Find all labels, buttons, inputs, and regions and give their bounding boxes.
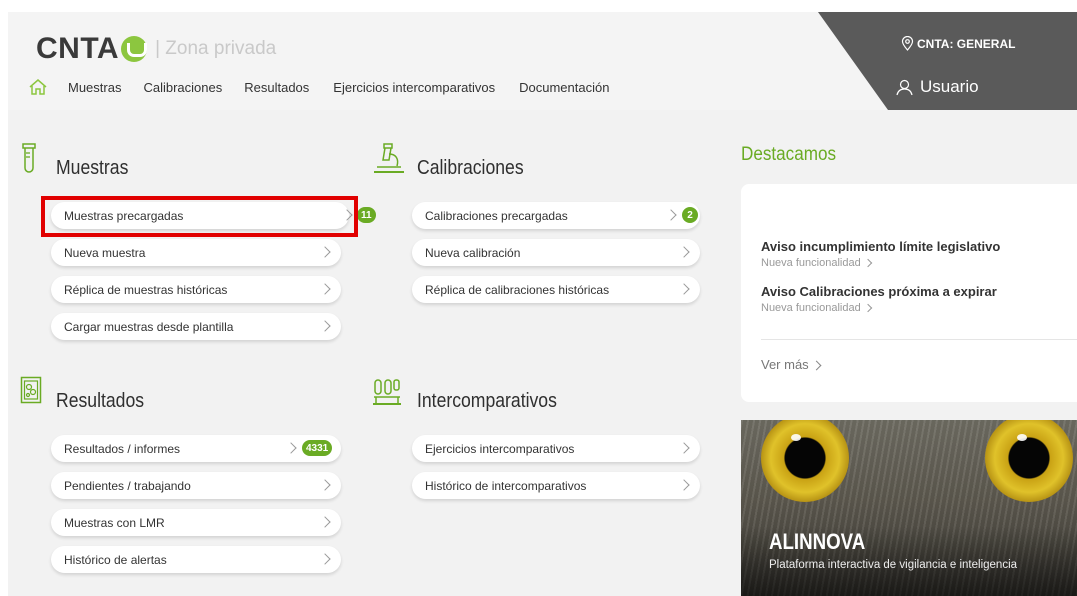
- chevron-right-icon: [863, 258, 872, 268]
- logo-text: CNTA: [36, 32, 120, 65]
- eye-glint: [791, 434, 801, 441]
- menu-historico-intercomparativos[interactable]: Histórico de intercomparativos: [412, 472, 700, 499]
- nav-calibraciones[interactable]: Calibraciones: [143, 80, 222, 95]
- test-tube-icon: [22, 143, 36, 173]
- menu-label: Nueva calibración: [425, 245, 521, 260]
- section-title-muestras: Muestras: [56, 157, 129, 179]
- menu-pendientes-trabajando[interactable]: Pendientes / trabajando: [51, 472, 341, 499]
- menu-label: Ejercicios intercomparativos: [425, 441, 575, 456]
- chevron-right-icon: [811, 360, 822, 371]
- alinnova-banner[interactable]: ALINNOVA Plataforma interactiva de vigil…: [741, 420, 1077, 596]
- news-subtitle[interactable]: Nueva funcionalidad: [761, 257, 872, 269]
- center-label: CNTA: GENERAL: [917, 36, 1016, 51]
- page: CNTA | Zona privada Muestras Calibracion…: [8, 12, 1077, 596]
- menu-nueva-muestra[interactable]: Nueva muestra: [51, 239, 341, 266]
- user-icon: [896, 79, 913, 95]
- nav-ejercicios-intercomparativos[interactable]: Ejercicios intercomparativos: [333, 80, 495, 95]
- count-badge: 4331: [302, 440, 333, 456]
- section-title-intercomparativos: Intercomparativos: [417, 390, 557, 412]
- banner-subtitle: Plataforma interactiva de vigilancia e i…: [769, 559, 1018, 571]
- divider: [761, 339, 1077, 340]
- news-title[interactable]: Aviso Calibraciones próxima a expirar: [761, 284, 997, 299]
- menu-label: Pendientes / trabajando: [64, 478, 191, 493]
- chevron-right-icon: [319, 479, 331, 491]
- chevron-right-icon: [285, 442, 297, 454]
- count-badge: 2: [682, 207, 698, 223]
- menu-label: Histórico de intercomparativos: [425, 478, 587, 493]
- chevron-right-icon: [319, 553, 331, 565]
- ver-mas-link[interactable]: Ver más: [761, 357, 822, 372]
- center-selector[interactable]: CNTA: GENERAL: [901, 36, 1015, 51]
- nav-resultados[interactable]: Resultados: [244, 80, 309, 95]
- chevron-right-icon: [319, 246, 331, 258]
- menu-label: Calibraciones precargadas: [425, 208, 568, 223]
- menu-calibraciones-precargadas[interactable]: Calibraciones precargadas 2: [412, 202, 700, 229]
- menu-muestras-con-lmr[interactable]: Muestras con LMR: [51, 509, 341, 536]
- chevron-right-icon: [665, 209, 677, 221]
- menu-nueva-calibracion[interactable]: Nueva calibración: [412, 239, 700, 266]
- chevron-right-icon: [319, 283, 331, 295]
- chevron-right-icon: [319, 516, 331, 528]
- home-icon[interactable]: [28, 79, 48, 95]
- destacamos-title: Destacamos: [741, 144, 837, 165]
- zone-label: | Zona privada: [155, 38, 277, 59]
- chevron-right-icon: [678, 479, 690, 491]
- menu-historico-alertas[interactable]: Histórico de alertas: [51, 546, 341, 573]
- highlight-box: [41, 196, 358, 237]
- cnta-logo[interactable]: CNTA | Zona privada: [36, 32, 276, 66]
- menu-label: Nueva muestra: [64, 245, 146, 260]
- location-pin-icon: [901, 36, 914, 51]
- ver-mas-text: Ver más: [761, 357, 809, 372]
- section-title-calibraciones: Calibraciones: [417, 157, 524, 179]
- top-header: CNTA | Zona privada Muestras Calibracion…: [8, 12, 1077, 110]
- section-title-resultados: Resultados: [56, 390, 145, 412]
- chevron-right-icon: [678, 246, 690, 258]
- menu-label: Réplica de muestras históricas: [64, 282, 228, 297]
- chevron-right-icon: [863, 303, 872, 313]
- menu-ejercicios-intercomparativos[interactable]: Ejercicios intercomparativos: [412, 435, 700, 462]
- menu-label: Cargar muestras desde plantilla: [64, 319, 234, 334]
- report-icon: [20, 376, 42, 404]
- news-subtitle[interactable]: Nueva funcionalidad: [761, 302, 872, 314]
- user-label: Usuario: [920, 77, 979, 96]
- user-menu[interactable]: Usuario: [896, 77, 979, 97]
- logo-mark-icon: [121, 36, 148, 62]
- eye-glint: [1017, 434, 1027, 441]
- count-badge: 11: [357, 207, 376, 223]
- nav-documentacion[interactable]: Documentación: [519, 80, 609, 95]
- banner-title: ALINNOVA: [769, 529, 866, 554]
- lab-equipment-icon: [373, 379, 401, 405]
- menu-label: Histórico de alertas: [64, 552, 167, 567]
- chevron-right-icon: [319, 320, 331, 332]
- main-nav: Muestras Calibraciones Resultados Ejerci…: [28, 79, 631, 95]
- destacamos-card: Aviso incumplimiento límite legislativo …: [741, 184, 1077, 402]
- news-subtitle-text: Nueva funcionalidad: [761, 302, 861, 314]
- chevron-right-icon: [678, 442, 690, 454]
- microscope-icon: [374, 143, 404, 173]
- menu-replica-calibraciones-historicas[interactable]: Réplica de calibraciones históricas: [412, 276, 700, 303]
- menu-label: Réplica de calibraciones históricas: [425, 282, 610, 297]
- menu-cargar-muestras-plantilla[interactable]: Cargar muestras desde plantilla: [51, 313, 341, 340]
- chevron-right-icon: [678, 283, 690, 295]
- menu-label: Resultados / informes: [64, 441, 181, 456]
- nav-muestras[interactable]: Muestras: [68, 80, 121, 95]
- news-subtitle-text: Nueva funcionalidad: [761, 257, 861, 269]
- menu-label: Muestras con LMR: [64, 515, 165, 530]
- menu-replica-muestras-historicas[interactable]: Réplica de muestras históricas: [51, 276, 341, 303]
- menu-resultados-informes[interactable]: Resultados / informes 4331: [51, 435, 341, 462]
- news-title[interactable]: Aviso incumplimiento límite legislativo: [761, 239, 1000, 254]
